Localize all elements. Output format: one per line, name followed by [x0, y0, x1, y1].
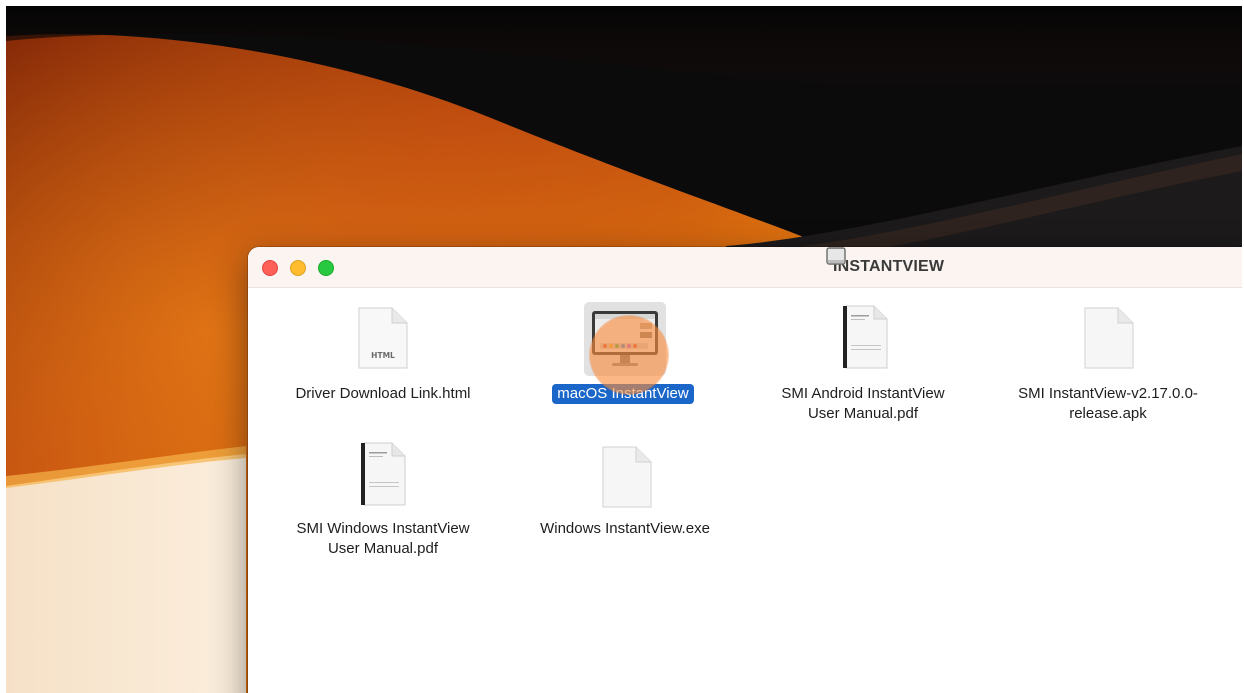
minimize-button[interactable] — [290, 260, 306, 276]
file-item-smi-windows-manual[interactable]: SMI Windows InstantView User Manual.pdf — [268, 434, 498, 564]
window-title: INSTANTVIEW — [833, 258, 945, 275]
file-label: SMI Android InstantView User Manual.pdf — [781, 385, 945, 422]
file-label: SMI InstantView-v2.17.0.0- release.apk — [1018, 385, 1198, 422]
zoom-button[interactable] — [318, 260, 334, 276]
file-label: Windows InstantView.exe — [540, 520, 710, 537]
file-label: SMI Windows InstantView User Manual.pdf — [296, 520, 470, 557]
file-item-smi-instantview-apk[interactable]: SMI InstantView-v2.17.0.0- release.apk — [988, 297, 1228, 427]
desktop-wallpaper: INSTANTVIEW HTML Driver Download Link.ht… — [6, 6, 1242, 693]
selected-file-label[interactable]: macOS InstantView — [552, 384, 694, 404]
file-item-driver-download-link[interactable]: HTML Driver Download Link.html — [268, 297, 498, 407]
file-label: macOS InstantView — [518, 384, 728, 404]
finder-window: INSTANTVIEW HTML Driver Download Link.ht… — [248, 247, 1242, 693]
window-titlebar[interactable]: INSTANTVIEW — [248, 247, 1242, 288]
file-label: Driver Download Link.html — [295, 385, 471, 402]
file-item-macos-instantview[interactable]: macOS InstantView — [518, 297, 728, 407]
file-item-smi-android-manual[interactable]: SMI Android InstantView User Manual.pdf — [748, 297, 978, 427]
window-title-group: INSTANTVIEW — [826, 247, 944, 287]
close-button[interactable] — [262, 260, 278, 276]
file-item-windows-instantview-exe[interactable]: Windows InstantView.exe — [510, 434, 740, 544]
svg-text:HTML: HTML — [371, 351, 395, 360]
